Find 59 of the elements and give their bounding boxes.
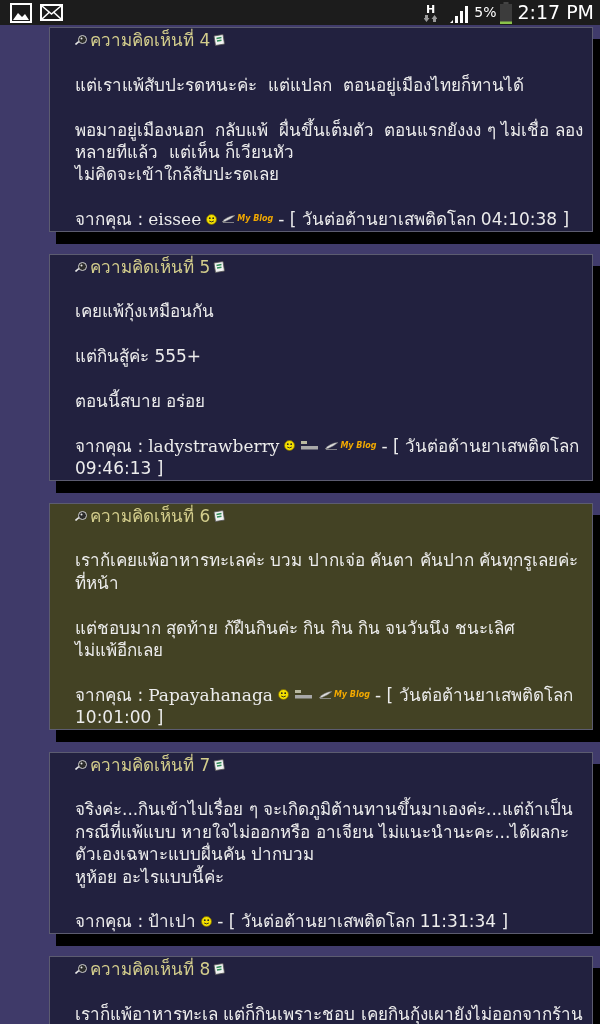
comment-text: พอมาอยู่เมืองนอก กลับแพ้ ผื่นขึ้นเต็มตัว ตอนแรกยังงง ๆ ไม่เชื่อ ลองหลายทีแล้ว แต่เห็น ก็เวียนหัว ไม่คิดจะเข้าใกล้สับปะรดเลย: [75, 118, 584, 186]
quill-icon: [222, 215, 237, 224]
note-icon: [213, 509, 226, 522]
comment-text: เราก็แพ้อาหารทะเล แต่ก็กินเพราะชอบ เคยกินกุ้งเผายังไม่ออกจากร้าน: [75, 1002, 584, 1024]
data-arrows-icon: [424, 14, 438, 22]
battery-icon: [500, 1, 513, 24]
picture-icon: [10, 2, 32, 23]
author-label: จากคุณ :: [75, 910, 144, 933]
note-icon: [213, 34, 226, 47]
clock-time: 2:17 PM: [517, 0, 594, 26]
author-label: จากคุณ :: [75, 683, 144, 707]
post-time: 10:01:00 ]: [75, 706, 164, 729]
blog-link[interactable]: My Blog: [325, 440, 377, 451]
magnifier-icon: [75, 35, 87, 46]
battery-percent: 5%: [474, 3, 497, 22]
smiley-icon: [277, 689, 289, 701]
mail-icon: [40, 4, 63, 21]
post-date: - [ วันต่อต้านยาเสพติดโลก: [374, 683, 573, 707]
comment-title: ความคิดเห็นที่ 4: [90, 29, 211, 52]
author-name: eissee: [148, 208, 202, 231]
comment-text: แต่ชอบมาก สุดท้าย ก้ฝืนกินค่ะ กิน กิน กิน จนวันนึง ชนะเลิศ ไม่แพ้อีกเลย: [75, 616, 516, 662]
magnifier-icon: [75, 261, 87, 272]
magnifier-icon: [75, 510, 87, 521]
comment-text: จริงค่ะ...กินเข้าไปเรื่อย ๆ จะเกิดภูมิต้านทานขึ้นมาเองค่ะ...แต่ถ้าเป็นกรณีที่แพ้แบบ หายใจไม่ออกหรือ อาเจียน ไม่แนะนำนะคะ...ได้ผลกะตัวเองเฉพาะแบบผื่นคัน ปากบวม หูห้อย อะไรแบบนี้ค่ะ: [75, 798, 575, 888]
comment-title: ความคิดเห็นที่ 6: [90, 504, 211, 527]
comment-title: ความคิดเห็นที่ 7: [90, 753, 211, 776]
blog-link[interactable]: My Blog: [222, 214, 274, 225]
comment-title: ความคิดเห็นที่ 8: [90, 957, 211, 981]
post-time: 11:31:34 ]: [419, 910, 509, 933]
post-time: 09:46:13 ]: [75, 457, 164, 480]
note-icon: [213, 758, 226, 771]
author-name: ป้าเปา: [148, 910, 197, 933]
comment-text: เราก้เคยแพ้อาหารทะเลค่ะ บวม ปากเจ่อ คันตา คันปาก คันทุกรูเลยค่ะที่หน้า: [75, 549, 580, 595]
quill-icon: [318, 690, 333, 699]
comment-text: แต่เราแพ้สับปะรดหนะค่ะ แต่แปลก ตอนอยู่เมืองไทยก็ทานได้: [75, 73, 525, 97]
quill-icon: [325, 441, 340, 450]
post-time: 04:10:38 ]: [480, 208, 570, 231]
author-name: Papayahanaga: [148, 683, 273, 707]
network-type: H: [426, 3, 436, 15]
author-label: จากคุณ :: [75, 434, 144, 458]
smiley-icon: [206, 213, 218, 225]
comment-text: แต่กินสู้ค่ะ 555+: [75, 345, 203, 368]
post-date: - [ วันต่อต้านยาเสพติดโลก: [278, 208, 476, 231]
comment-text: เคยแพ้กุ้งเหมือนกัน: [75, 300, 215, 323]
smiley-icon: [201, 916, 213, 928]
smiley-icon: [284, 440, 296, 452]
tiny-logo-icon: [300, 440, 321, 452]
author-label: จากคุณ :: [75, 208, 144, 231]
magnifier-icon: [75, 963, 87, 974]
author-name: ladystrawberry: [148, 434, 280, 458]
note-icon: [213, 962, 226, 975]
comment-title: ความคิดเห็นที่ 5: [90, 255, 211, 278]
post-date: - [ วันต่อต้านยาเสพติดโลก: [217, 910, 415, 933]
post-date: - [ วันต่อต้านยาเสพติดโลก: [381, 434, 579, 458]
note-icon: [213, 260, 226, 273]
magnifier-icon: [75, 759, 87, 770]
comment-text: ตอนนี้สบาย อร่อย: [75, 389, 207, 413]
tiny-logo-icon: [293, 689, 314, 701]
blog-link[interactable]: My Blog: [318, 689, 370, 700]
